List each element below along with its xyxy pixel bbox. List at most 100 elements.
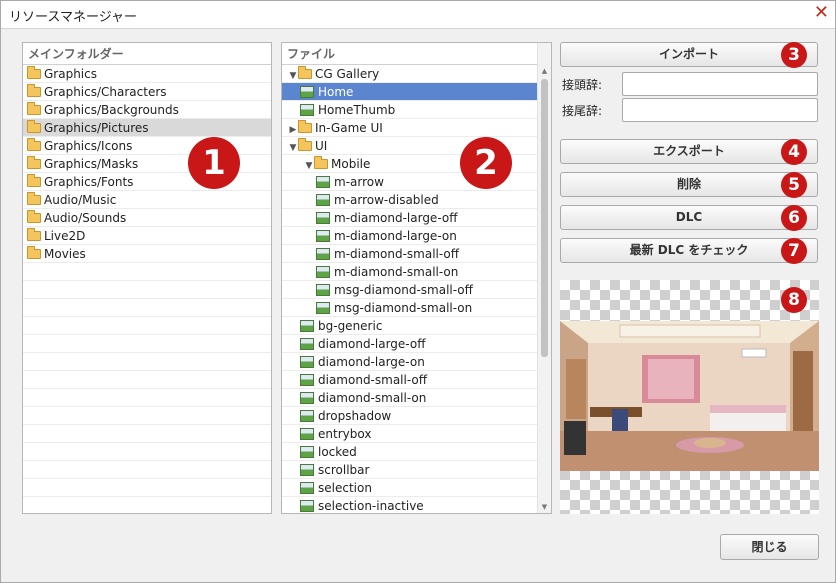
preview-bedroom-image <box>560 321 819 471</box>
tree-file-item[interactable]: m-arrow-disabled <box>282 191 537 209</box>
delete-button[interactable]: 削除 <box>560 172 818 197</box>
scroll-down-icon[interactable]: ▼ <box>538 501 551 513</box>
tree-file-item[interactable]: scrollbar <box>282 461 537 479</box>
folder-item[interactable]: Audio/Sounds <box>23 209 271 227</box>
tree-file-item[interactable]: selection <box>282 479 537 497</box>
empty-row <box>23 479 271 497</box>
import-button[interactable]: インポート <box>560 42 818 67</box>
tree-file-item[interactable]: Home <box>282 83 537 101</box>
folder-item-label: Movies <box>44 247 86 261</box>
folder-item[interactable]: Graphics <box>23 65 271 83</box>
tree-item-label: dropshadow <box>318 409 392 423</box>
export-button[interactable]: エクスポート <box>560 139 818 164</box>
folder-icon <box>27 66 41 79</box>
tree-file-item[interactable]: m-diamond-small-on <box>282 263 537 281</box>
image-file-icon <box>300 356 314 368</box>
folder-item-label: Graphics/Masks <box>44 157 139 171</box>
tree-file-item[interactable]: diamond-small-on <box>282 389 537 407</box>
tree-folder-item[interactable]: ▶ In-Game UI <box>282 119 537 137</box>
empty-row <box>23 299 271 317</box>
image-file-icon <box>316 284 330 296</box>
image-file-icon <box>316 302 330 314</box>
files-panel: ファイル ▼ CG Gallery Home HomeThumb ▶ In-Game UI… <box>281 42 552 514</box>
image-file-icon <box>316 266 330 278</box>
tree-file-item[interactable]: m-diamond-large-on <box>282 227 537 245</box>
tree-item-label: diamond-small-on <box>318 391 427 405</box>
image-file-icon <box>300 464 314 476</box>
folder-item-label: Live2D <box>44 229 86 243</box>
file-list: ▼ CG Gallery Home HomeThumb ▶ In-Game UI ▼ UI ▼ M… <box>282 65 537 513</box>
suffix-input[interactable] <box>622 98 818 122</box>
folder-item[interactable]: Graphics/Backgrounds <box>23 101 271 119</box>
image-file-icon <box>300 86 314 98</box>
folder-icon <box>27 102 41 115</box>
tree-file-item[interactable]: m-diamond-small-off <box>282 245 537 263</box>
folder-icon <box>27 156 41 169</box>
tree-file-item[interactable]: HomeThumb <box>282 101 537 119</box>
empty-row <box>23 371 271 389</box>
empty-row <box>23 497 271 513</box>
folder-item[interactable]: Live2D <box>23 227 271 245</box>
image-file-icon <box>300 482 314 494</box>
tree-file-item[interactable]: diamond-large-off <box>282 335 537 353</box>
tree-file-item[interactable]: m-diamond-large-off <box>282 209 537 227</box>
dlc-button[interactable]: DLC <box>560 205 818 230</box>
tree-item-label: scrollbar <box>318 463 370 477</box>
tree-file-item[interactable]: msg-diamond-small-off <box>282 281 537 299</box>
tree-folder-item[interactable]: ▼ CG Gallery <box>282 65 537 83</box>
image-file-icon <box>300 500 314 512</box>
folder-item[interactable]: Movies <box>23 245 271 263</box>
image-file-icon <box>316 194 330 206</box>
badge-3: 3 <box>781 42 807 68</box>
tree-item-label: UI <box>315 139 328 153</box>
tree-file-item[interactable]: entrybox <box>282 425 537 443</box>
image-preview <box>560 280 819 514</box>
folder-icon <box>27 84 41 97</box>
tree-file-item[interactable]: locked <box>282 443 537 461</box>
tree-item-label: diamond-small-off <box>318 373 428 387</box>
file-list-scrollbar[interactable]: ▲ ▼ <box>537 43 551 513</box>
empty-row <box>23 425 271 443</box>
window-title: リソースマネージャー <box>9 10 138 25</box>
close-button[interactable]: 閉じる <box>720 534 819 560</box>
tree-file-item[interactable]: msg-diamond-small-on <box>282 299 537 317</box>
image-file-icon <box>300 428 314 440</box>
close-icon[interactable]: ✕ <box>814 3 829 23</box>
folder-item[interactable]: Graphics/Pictures <box>23 119 271 137</box>
image-file-icon <box>300 374 314 386</box>
folder-item[interactable]: Graphics/Characters <box>23 83 271 101</box>
badge-7: 7 <box>781 238 807 264</box>
empty-row <box>23 407 271 425</box>
folder-item-label: Graphics <box>44 67 97 81</box>
tree-file-item[interactable]: selection-inactive <box>282 497 537 513</box>
tree-file-item[interactable]: dropshadow <box>282 407 537 425</box>
folder-icon <box>27 174 41 187</box>
folder-icon <box>314 156 328 169</box>
empty-row <box>23 281 271 299</box>
folder-item-label: Graphics/Backgrounds <box>44 103 179 117</box>
scroll-up-icon[interactable]: ▲ <box>538 65 551 77</box>
tree-item-label: selection <box>318 481 372 495</box>
tree-item-label: CG Gallery <box>315 67 380 81</box>
folder-item[interactable]: Audio/Music <box>23 191 271 209</box>
folder-item-label: Audio/Music <box>44 193 117 207</box>
main-folders-header: メインフォルダー <box>23 43 271 65</box>
scrollbar-thumb[interactable] <box>541 79 548 357</box>
tree-file-item[interactable]: diamond-small-off <box>282 371 537 389</box>
tree-item-label: entrybox <box>318 427 372 441</box>
tree-item-label: m-diamond-small-on <box>334 265 459 279</box>
check-latest-dlc-button[interactable]: 最新 DLC をチェック <box>560 238 818 263</box>
tree-item-label: m-diamond-large-off <box>334 211 458 225</box>
tree-item-label: HomeThumb <box>318 103 396 117</box>
tree-item-label: m-diamond-small-off <box>334 247 460 261</box>
folder-icon <box>298 66 312 79</box>
empty-row <box>23 389 271 407</box>
resource-manager-window: リソースマネージャー ✕ メインフォルダー Graphics Graphics/C… <box>0 0 836 583</box>
tree-file-item[interactable]: bg-generic <box>282 317 537 335</box>
badge-6: 6 <box>781 205 807 231</box>
prefix-input[interactable] <box>622 72 818 96</box>
image-file-icon <box>316 212 330 224</box>
tree-item-label: m-arrow-disabled <box>334 193 439 207</box>
image-file-icon <box>316 176 330 188</box>
tree-file-item[interactable]: diamond-large-on <box>282 353 537 371</box>
